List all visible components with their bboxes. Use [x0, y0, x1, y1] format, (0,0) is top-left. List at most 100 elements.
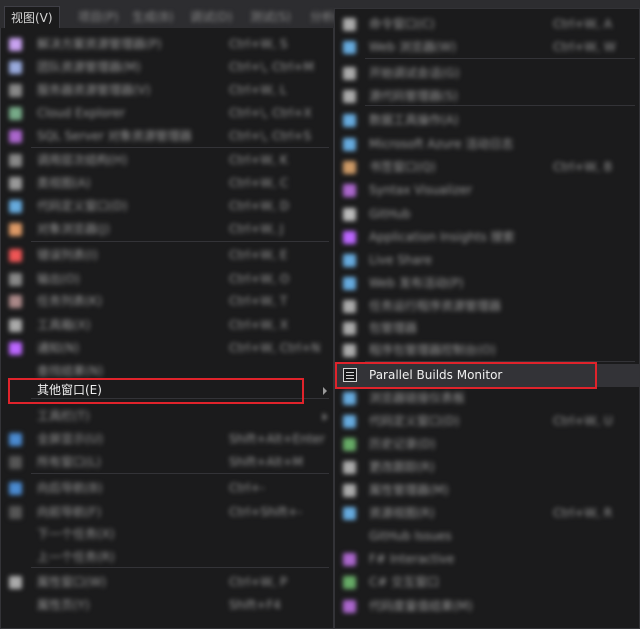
submenu-item[interactable]: Syntax Visualizer — [335, 179, 639, 202]
menu-item-label: Web 浏览器(W) — [369, 40, 457, 54]
submenu-item[interactable]: 资源视图(R) Ctrl+W, R — [335, 502, 639, 525]
submenu-item[interactable]: 包管理器 — [335, 317, 639, 340]
menu-item-shortcut: Ctrl+W, Ctrl+N — [229, 341, 321, 355]
menu-item[interactable]: 工具箱(X) Ctrl+W, X — [1, 314, 333, 337]
menu-item-label: 解决方案资源管理器(P) — [37, 37, 162, 51]
submenu-item[interactable]: 浏览器链接仪表板 — [335, 387, 639, 410]
submenu-item[interactable]: 命令窗口(C) Ctrl+W, A — [335, 13, 639, 36]
browser-link-icon — [343, 392, 356, 405]
submenu-item[interactable]: GitHub — [335, 203, 639, 226]
submenu-item[interactable]: Application Insights 搜索 — [335, 226, 639, 249]
menu-item-shortcut: Ctrl+\, Ctrl+S — [229, 129, 312, 143]
submenu-item[interactable]: Live Share — [335, 249, 639, 272]
menu-item[interactable]: 类视图(A) Ctrl+W, C — [1, 172, 333, 195]
submenu-item[interactable]: 源代码管理器(S) — [335, 85, 639, 108]
menu-item-label: Cloud Explorer — [37, 106, 126, 120]
submenu-item[interactable]: C# 交互窗口 — [335, 571, 639, 594]
azure-log-icon — [343, 138, 356, 151]
submenu-item[interactable]: 代码度量值结果(M) — [335, 595, 639, 618]
submenu-item[interactable]: 书签窗口(Q) Ctrl+W, B — [335, 156, 639, 179]
submenu-item[interactable]: F# Interactive — [335, 548, 639, 571]
navigate-back-icon — [9, 482, 22, 495]
menu-item[interactable]: 代码定义窗口(D) Ctrl+W, D — [1, 195, 333, 218]
menu-item[interactable]: 属性页(Y) Shift+F4 — [1, 594, 333, 617]
command-window-icon — [343, 18, 356, 31]
menu-item-shortcut: Ctrl+Shift+- — [229, 505, 303, 519]
menu-item-shortcut: Ctrl+W, K — [229, 153, 288, 167]
menu-item[interactable]: 通知(N) Ctrl+W, Ctrl+N — [1, 337, 333, 360]
object-browser-icon — [9, 223, 22, 236]
error-list-icon — [9, 249, 22, 262]
submenu-item[interactable]: 属性管理器(M) — [335, 479, 639, 502]
menu-item[interactable]: 对象浏览器(J) Ctrl+W, J — [1, 218, 333, 241]
menu-item-shortcut: Ctrl+- — [229, 481, 265, 495]
submenu-arrow-icon — [323, 387, 327, 395]
solution-explorer-icon — [9, 38, 22, 51]
menu-item[interactable]: 解决方案资源管理器(P) Ctrl+W, S — [1, 33, 333, 56]
menu-item-label: 错误列表(I) — [37, 248, 98, 262]
menu-item-label: SQL Server 对象资源管理器 — [37, 129, 192, 143]
menu-item-shortcut: Shift+F4 — [229, 598, 281, 612]
menu-project[interactable]: 项目(P) — [72, 6, 125, 28]
view-menu-dropdown: 解决方案资源管理器(P) Ctrl+W, S 团队资源管理器(M) Ctrl+\, C… — [0, 28, 334, 629]
menu-item-label: 全屏显示(U) — [37, 432, 104, 446]
menu-item[interactable]: 所有窗口(L) Shift+Alt+M — [1, 451, 333, 474]
menu-view[interactable]: 视图(V) — [4, 6, 60, 28]
menu-item-shortcut: Shift+Alt+Enter — [229, 432, 325, 446]
menu-item[interactable]: 错误列表(I) Ctrl+W, E — [1, 244, 333, 267]
menu-item[interactable]: 上一个任务(R) — [1, 546, 333, 569]
menu-item-label: 浏览器链接仪表板 — [369, 391, 466, 405]
submenu-item[interactable]: 更改跟踪(R) — [335, 456, 639, 479]
menu-item[interactable]: SQL Server 对象资源管理器 Ctrl+\, Ctrl+S — [1, 125, 333, 148]
menu-item[interactable]: 调用层次结构(H) Ctrl+W, K — [1, 149, 333, 172]
call-hierarchy-icon — [9, 154, 22, 167]
menu-item[interactable]: 全屏显示(U) Shift+Alt+Enter — [1, 428, 333, 451]
menu-item[interactable]: 输出(O) Ctrl+W, O — [1, 268, 333, 291]
menu-build[interactable]: 生成(B) — [126, 6, 180, 28]
submenu-item[interactable]: GitHub Issues — [335, 525, 639, 548]
submenu-item[interactable]: 数据工具操作(A) — [335, 109, 639, 132]
menu-item[interactable]: 下一个任务(X) — [1, 523, 333, 546]
menu-item[interactable]: 工具栏(T) — [1, 405, 333, 428]
submenu-item[interactable]: 任务运行程序资源管理器 — [335, 295, 639, 318]
submenu-item[interactable]: 历史记录(D) — [335, 433, 639, 456]
menu-item[interactable]: Cloud Explorer Ctrl+\, Ctrl+X — [1, 102, 333, 125]
other-windows-submenu: 命令窗口(C) Ctrl+W, A Web 浏览器(W) Ctrl+W, W 开始调试会… — [334, 8, 640, 629]
menu-item-shortcut: Ctrl+W, C — [229, 176, 289, 190]
menu-item-other-windows[interactable]: 其他窗口(E) — [1, 379, 333, 402]
menu-item-label: 程序包管理器控制台(O) — [369, 343, 496, 357]
parallel-builds-icon — [343, 368, 357, 382]
menu-item-label: 代码定义窗口(D) — [369, 414, 460, 428]
full-screen-icon — [9, 433, 22, 446]
menu-item-label: 所有窗口(L) — [37, 455, 102, 469]
menu-item-shortcut: Ctrl+W, D — [229, 199, 290, 213]
submenu-item[interactable]: 开始调试会话(G) — [335, 62, 639, 85]
menu-item[interactable]: 向后导航(B) Ctrl+- — [1, 477, 333, 500]
menu-separator — [31, 241, 329, 242]
web-publish-icon — [343, 277, 356, 290]
menu-test[interactable]: 测试(S) — [244, 6, 297, 28]
submenu-item[interactable]: Microsoft Azure 活动日志 — [335, 133, 639, 156]
menu-item-parallel-builds-monitor[interactable]: Parallel Builds Monitor — [335, 364, 639, 387]
menu-debug[interactable]: 调试(D) — [184, 6, 239, 28]
menu-item-label: 更改跟踪(R) — [369, 460, 435, 474]
change-tracking-icon — [343, 461, 356, 474]
menu-item[interactable]: 服务器资源管理器(V) Ctrl+W, L — [1, 79, 333, 102]
menu-item-shortcut: Ctrl+W, W — [553, 40, 616, 54]
sql-server-icon — [9, 130, 22, 143]
class-view-icon — [9, 177, 22, 190]
menu-item[interactable]: 团队资源管理器(M) Ctrl+\, Ctrl+M — [1, 56, 333, 79]
navigate-forward-icon — [9, 506, 22, 519]
menu-item[interactable]: 向前导航(F) Ctrl+Shift+- — [1, 501, 333, 524]
submenu-item[interactable]: Web 浏览器(W) Ctrl+W, W — [335, 36, 639, 59]
submenu-item[interactable]: 代码定义窗口(D) Ctrl+W, U — [335, 410, 639, 433]
start-debug-icon — [343, 67, 356, 80]
submenu-item[interactable]: 程序包管理器控制台(O) — [335, 339, 639, 362]
submenu-item[interactable]: Web 发布活动(P) — [335, 272, 639, 295]
menu-item-label: 代码定义窗口(D) — [37, 199, 128, 213]
menu-item[interactable]: 任务列表(K) Ctrl+W, T — [1, 290, 333, 313]
menu-item-label: 属性页(Y) — [37, 598, 90, 612]
menu-item-shortcut: Ctrl+W, O — [229, 272, 290, 286]
menu-item-label: 对象浏览器(J) — [37, 222, 110, 236]
menu-item[interactable]: 属性窗口(W) Ctrl+W, P — [1, 571, 333, 594]
